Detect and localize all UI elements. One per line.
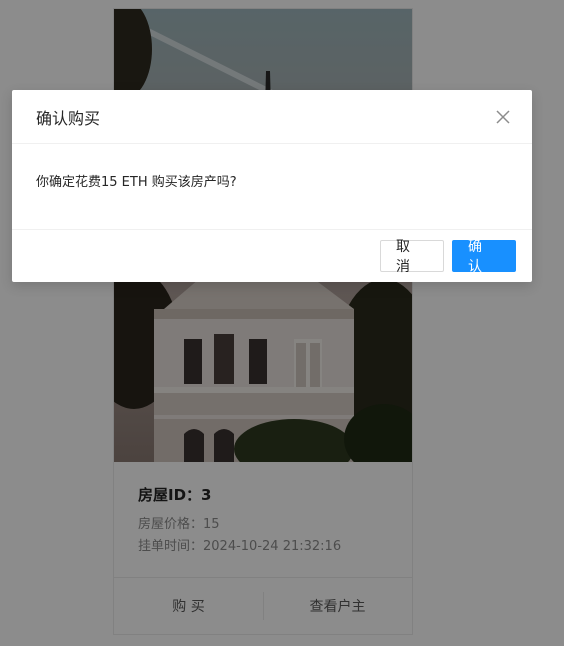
- confirm-purchase-modal: 确认购买 你确定花费15 ETH 购买该房产吗? 取 消 确 认: [12, 90, 532, 282]
- close-icon[interactable]: [494, 108, 512, 126]
- modal-footer: 取 消 确 认: [12, 229, 532, 282]
- modal-header: 确认购买: [12, 90, 532, 144]
- modal-body: 你确定花费15 ETH 购买该房产吗?: [12, 144, 532, 229]
- confirm-button[interactable]: 确 认: [452, 239, 516, 275]
- modal-message: 你确定花费15 ETH 购买该房产吗?: [36, 175, 237, 190]
- cancel-button[interactable]: 取 消: [380, 239, 444, 275]
- modal-title: 确认购买: [36, 108, 101, 128]
